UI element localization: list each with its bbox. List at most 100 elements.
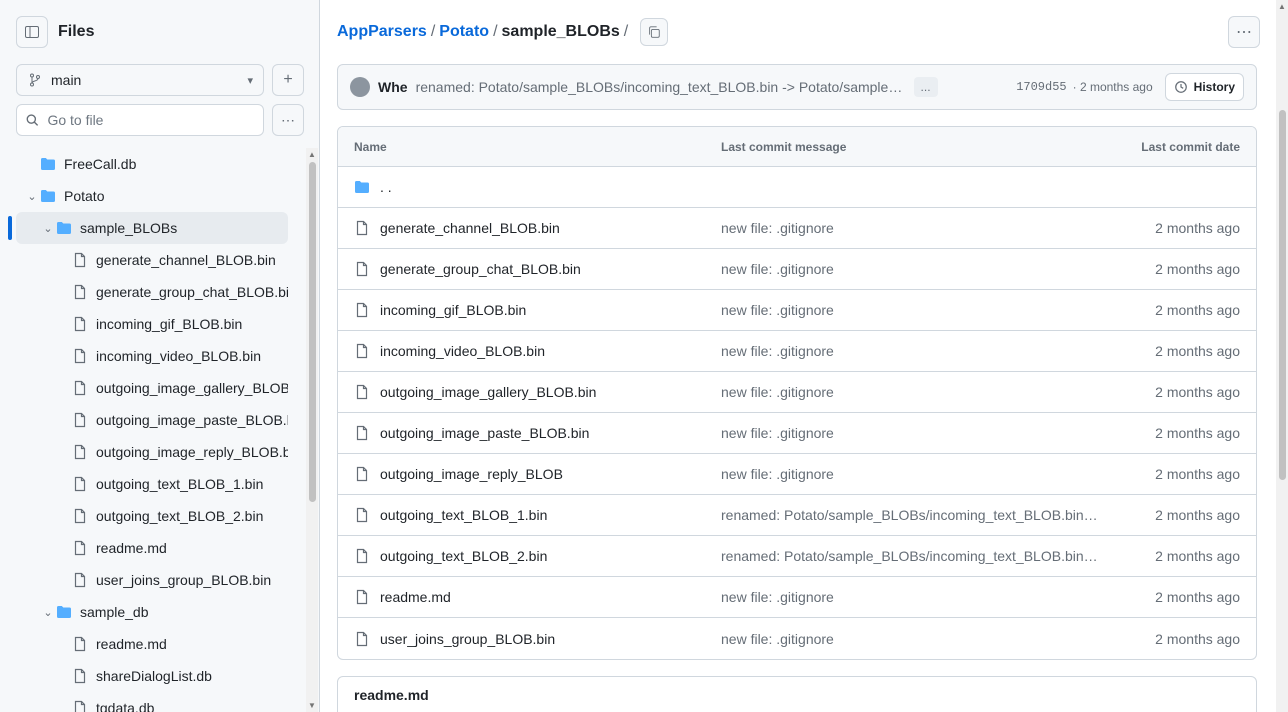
table-row[interactable]: outgoing_image_paste_BLOB.bin new file: .…	[338, 413, 1256, 454]
search-options-button[interactable]: ⋯	[272, 104, 304, 136]
expand-commit-button[interactable]: ...	[913, 77, 938, 97]
commit-sha-link[interactable]: 1709d55	[1016, 80, 1066, 94]
commit-message-link[interactable]: new file: .gitignore	[721, 631, 834, 647]
file-icon	[72, 476, 88, 492]
commit-message-link[interactable]: renamed: Potato/sample_BLOBs/incoming_te…	[721, 507, 1100, 523]
file-name-link[interactable]: outgoing_text_BLOB_1.bin	[380, 507, 547, 523]
tree-item-outgoing-image-gallery-blob[interactable]: outgoing_image_gallery_BLOB.bin	[16, 372, 288, 404]
table-row[interactable]: generate_channel_BLOB.bin new file: .giti…	[338, 208, 1256, 249]
file-name-cell: outgoing_text_BLOB_1.bin	[354, 507, 721, 523]
commit-time: · 2 months ago	[1072, 80, 1153, 94]
copy-path-button[interactable]	[640, 18, 669, 46]
parent-directory-link[interactable]: . .	[380, 179, 392, 195]
branch-selector[interactable]: main ▾	[16, 64, 264, 96]
sidebar-scrollbar-thumb[interactable]	[309, 162, 316, 502]
commit-message-cell: new file: .gitignore	[721, 302, 1100, 318]
table-row[interactable]: incoming_gif_BLOB.bin new file: .gitignor…	[338, 290, 1256, 331]
go-to-file-input[interactable]	[47, 112, 255, 128]
commit-message-link[interactable]: renamed: Potato/sample_BLOBs/incoming_te…	[721, 548, 1100, 564]
file-name-link[interactable]: outgoing_text_BLOB_2.bin	[380, 548, 547, 564]
git-branch-icon	[30, 73, 40, 87]
commit-message-link[interactable]: new file: .gitignore	[721, 343, 834, 359]
tree-item-freecall-db[interactable]: FreeCall.db	[16, 148, 288, 180]
history-button[interactable]: History	[1164, 73, 1244, 101]
file-name-cell: outgoing_text_BLOB_2.bin	[354, 548, 721, 564]
folder-icon	[40, 188, 56, 204]
tree-item-outgoing-image-paste-blob[interactable]: outgoing_image_paste_BLOB.bin	[16, 404, 288, 436]
file-name-link[interactable]: user_joins_group_BLOB.bin	[380, 631, 555, 647]
file-name-link[interactable]: incoming_video_BLOB.bin	[380, 343, 545, 359]
tree-item-share-dialog-list-db[interactable]: shareDialogList.db	[16, 660, 288, 692]
page-scrollbar-thumb[interactable]	[1279, 110, 1286, 480]
tree-item-sample-db-readme[interactable]: readme.md	[16, 628, 288, 660]
table-row[interactable]: outgoing_text_BLOB_1.bin renamed: Potato/…	[338, 495, 1256, 536]
file-icon	[72, 668, 88, 684]
tree-item-incoming-gif-blob[interactable]: incoming_gif_BLOB.bin	[16, 308, 288, 340]
tree-item-outgoing-text-blob-2[interactable]: outgoing_text_BLOB_2.bin	[16, 500, 288, 532]
tree-item-generate-group-chat-blob[interactable]: generate_group_chat_BLOB.bin	[16, 276, 288, 308]
tree-item-label: readme.md	[96, 540, 167, 556]
avatar[interactable]	[350, 77, 370, 97]
commit-author-link[interactable]: Whe	[378, 79, 408, 95]
tree-item-incoming-video-blob[interactable]: incoming_video_BLOB.bin	[16, 340, 288, 372]
commit-message-link[interactable]: renamed: Potato/sample_BLOBs/incoming_te…	[416, 79, 906, 95]
table-row[interactable]: readme.md new file: .gitignore 2 months ag…	[338, 577, 1256, 618]
breadcrumb-folder-link[interactable]: Potato	[439, 23, 489, 41]
file-icon	[356, 220, 368, 236]
scroll-down-icon: ▼	[308, 701, 316, 710]
page-scrollbar[interactable]: ▲	[1276, 0, 1288, 712]
file-name-cell: generate_channel_BLOB.bin	[354, 220, 721, 236]
chevron-down-icon[interactable]: ⌄	[40, 606, 56, 619]
tree-item-user-joins-group-blob[interactable]: user_joins_group_BLOB.bin	[16, 564, 288, 596]
commit-message-link[interactable]: new file: .gitignore	[721, 384, 834, 400]
file-name-link[interactable]: generate_channel_BLOB.bin	[380, 220, 560, 236]
chevron-down-icon[interactable]: ⌄	[24, 190, 40, 203]
readme-title-link[interactable]: readme.md	[354, 687, 429, 703]
file-icon	[74, 636, 86, 652]
table-row[interactable]: user_joins_group_BLOB.bin new file: .giti…	[338, 618, 1256, 659]
commit-message-link[interactable]: new file: .gitignore	[721, 220, 834, 236]
commit-message-link[interactable]: new file: .gitignore	[721, 589, 834, 605]
commit-message-link[interactable]: new file: .gitignore	[721, 302, 834, 318]
add-file-button[interactable]: +	[272, 64, 304, 96]
table-row[interactable]: outgoing_image_reply_BLOB new file: .giti…	[338, 454, 1256, 495]
sidebar-scrollbar[interactable]: ▲ ▼	[306, 148, 318, 712]
file-name-link[interactable]: readme.md	[380, 589, 451, 605]
sidebar-toggle-button[interactable]	[16, 16, 48, 48]
file-icon	[74, 540, 86, 556]
chevron-down-icon[interactable]: ⌄	[40, 222, 56, 235]
table-row[interactable]: generate_group_chat_BLOB.bin new file: .g…	[338, 249, 1256, 290]
file-name-link[interactable]: outgoing_image_paste_BLOB.bin	[380, 425, 589, 441]
file-name-link[interactable]: generate_group_chat_BLOB.bin	[380, 261, 581, 277]
tree-item-readme-md[interactable]: readme.md	[16, 532, 288, 564]
breadcrumb-root-link[interactable]: AppParsers	[337, 23, 427, 41]
commit-message-cell: new file: .gitignore	[721, 261, 1100, 277]
commit-message-cell: new file: .gitignore	[721, 220, 1100, 236]
tree-item-outgoing-image-reply-blob[interactable]: outgoing_image_reply_BLOB.bin	[16, 436, 288, 468]
file-icon	[356, 466, 368, 482]
tree-item-tgdata-db[interactable]: tgdata.db	[16, 692, 288, 712]
more-options-button[interactable]: ⋯	[1228, 16, 1260, 48]
tree-item-potato[interactable]: ⌄ Potato	[16, 180, 288, 212]
file-name-link[interactable]: outgoing_image_reply_BLOB	[380, 466, 563, 482]
commit-message-link[interactable]: new file: .gitignore	[721, 261, 834, 277]
tree-item-outgoing-text-blob-1[interactable]: outgoing_text_BLOB_1.bin	[16, 468, 288, 500]
file-name-cell: readme.md	[354, 589, 721, 605]
table-row[interactable]: outgoing_image_gallery_BLOB.bin new file:…	[338, 372, 1256, 413]
main-content: AppParsers / Potato / sample_BLOBs / ⋯ W…	[321, 0, 1276, 712]
file-name-cell: generate_group_chat_BLOB.bin	[354, 261, 721, 277]
file-name-link[interactable]: incoming_gif_BLOB.bin	[380, 302, 526, 318]
table-row[interactable]: incoming_video_BLOB.bin new file: .gitign…	[338, 331, 1256, 372]
folder-icon	[41, 190, 55, 202]
commit-message-link[interactable]: new file: .gitignore	[721, 425, 834, 441]
tree-item-sample-db[interactable]: ⌄ sample_db	[16, 596, 288, 628]
table-row[interactable]: outgoing_text_BLOB_2.bin renamed: Potato/…	[338, 536, 1256, 577]
file-name-link[interactable]: outgoing_image_gallery_BLOB.bin	[380, 384, 596, 400]
selected-item-marker	[8, 216, 12, 240]
branch-row: main ▾ +	[16, 64, 304, 96]
tree-item-sample-blobs[interactable]: ⌄ sample_BLOBs	[16, 212, 288, 244]
file-icon	[74, 412, 86, 428]
commit-message-link[interactable]: new file: .gitignore	[721, 466, 834, 482]
tree-item-generate-channel-blob[interactable]: generate_channel_BLOB.bin	[16, 244, 288, 276]
parent-directory-row[interactable]: . .	[338, 167, 1256, 208]
